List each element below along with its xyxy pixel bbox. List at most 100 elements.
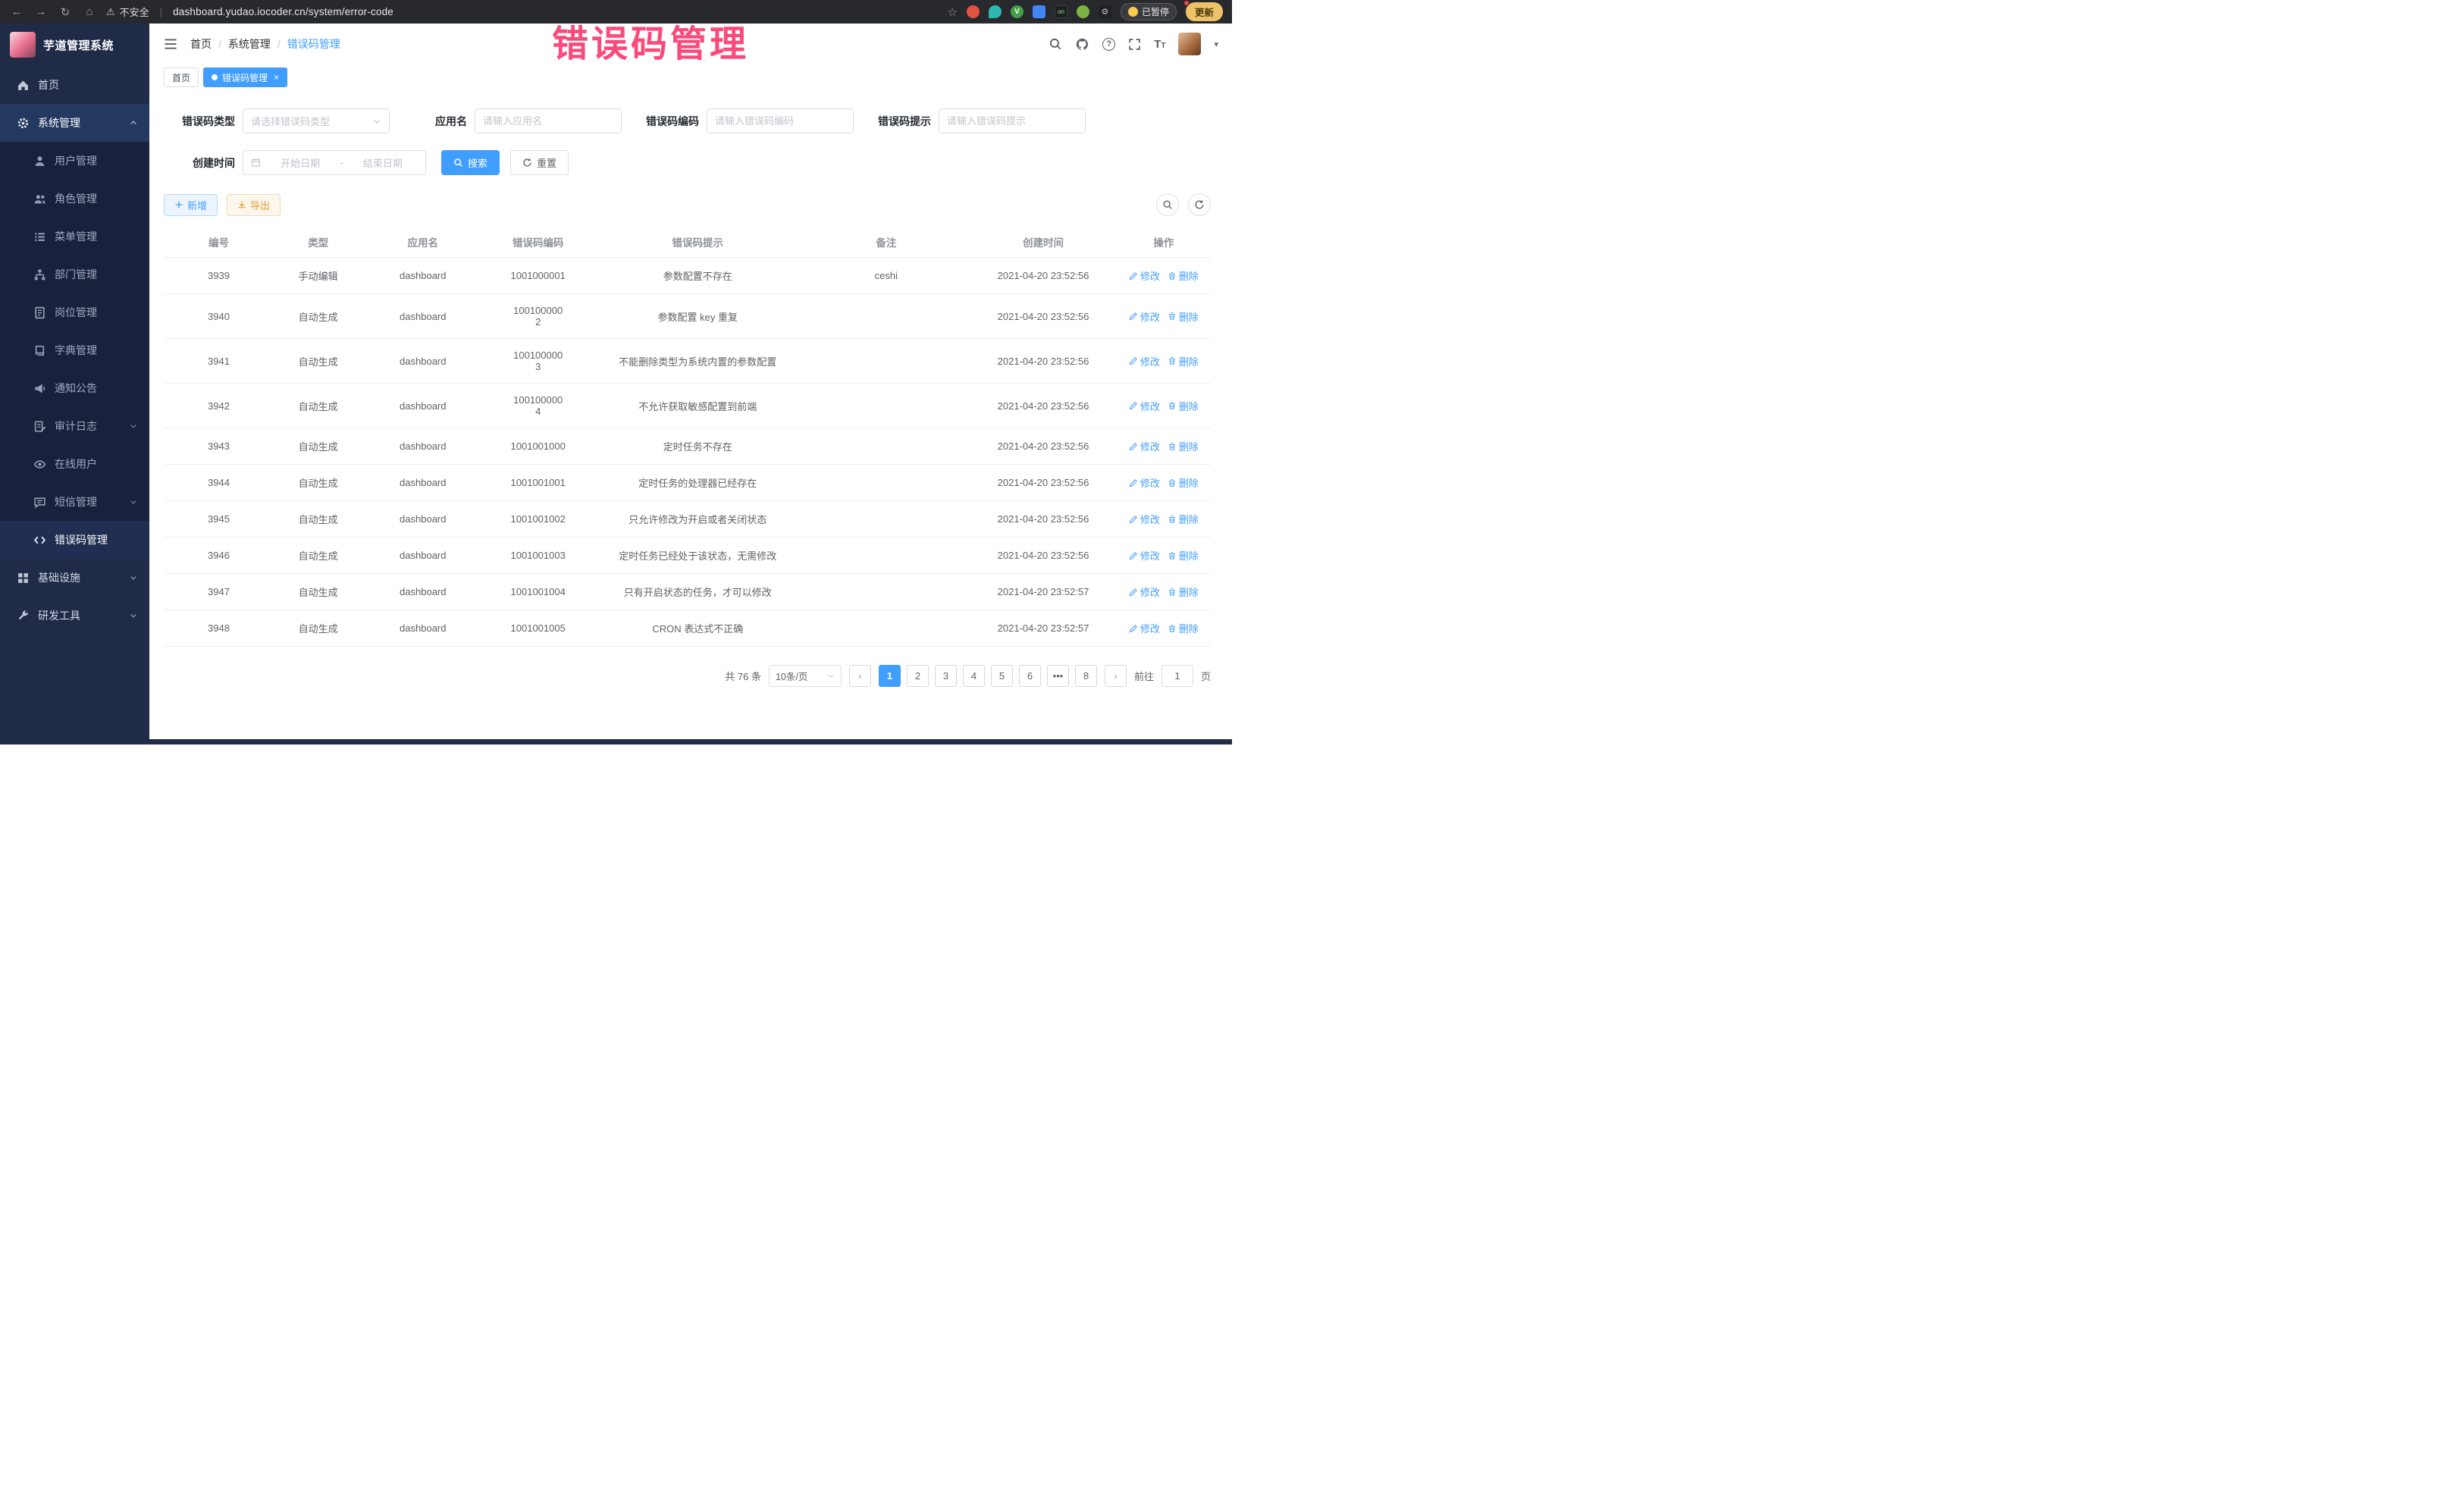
back-icon[interactable]: ←: [9, 5, 24, 18]
sidebar-item-label: 审计日志: [55, 418, 97, 434]
add-button[interactable]: 新增: [164, 194, 218, 216]
edit-link[interactable]: 修改: [1129, 475, 1160, 490]
extension-icon-1[interactable]: [967, 5, 980, 18]
delete-link[interactable]: 删除: [1168, 585, 1199, 599]
delete-link[interactable]: 删除: [1168, 309, 1199, 324]
error-code-input[interactable]: [715, 115, 845, 127]
page-button[interactable]: 2: [907, 665, 929, 687]
sidebar-item-tools[interactable]: 研发工具: [0, 597, 149, 635]
extension-icon-2[interactable]: [989, 5, 1002, 18]
error-type-select[interactable]: 请选择错误码类型: [243, 108, 390, 133]
address-url[interactable]: dashboard.yudao.iocoder.cn/system/error-…: [173, 6, 393, 17]
sidebar-item-gear[interactable]: 系统管理: [0, 104, 149, 142]
extension-icon-6[interactable]: [1077, 5, 1089, 18]
page-button[interactable]: 4: [963, 665, 985, 687]
edit-link[interactable]: 修改: [1129, 548, 1160, 563]
logo-block[interactable]: 芋道管理系统: [0, 24, 149, 66]
page-size-select[interactable]: 10条/页: [769, 665, 842, 687]
extension-icon-3[interactable]: V: [1011, 5, 1024, 18]
breadcrumb-item[interactable]: 系统管理: [228, 36, 271, 52]
warning-icon: ⚠: [106, 6, 115, 18]
sidebar-item-log[interactable]: 审计日志: [0, 407, 149, 445]
app-name-input[interactable]: [483, 115, 613, 127]
sidebar-item-message[interactable]: 短信管理: [0, 483, 149, 521]
page-button[interactable]: 5: [991, 665, 1013, 687]
reload-icon[interactable]: ↻: [58, 5, 73, 19]
avatar[interactable]: [1178, 33, 1201, 55]
reset-button[interactable]: 重置: [510, 150, 569, 175]
page-button[interactable]: 6: [1019, 665, 1041, 687]
window-bottom-strip: [0, 739, 1232, 744]
delete-link[interactable]: 删除: [1168, 439, 1199, 453]
edit-link[interactable]: 修改: [1129, 439, 1160, 453]
more-pages-icon[interactable]: •••: [1047, 665, 1069, 687]
delete-link[interactable]: 删除: [1168, 354, 1199, 368]
sidebar-item-list[interactable]: 菜单管理: [0, 218, 149, 255]
tab-close-icon[interactable]: ×: [274, 73, 279, 82]
update-button[interactable]: 更新: [1186, 2, 1223, 21]
delete-link[interactable]: 删除: [1168, 268, 1199, 283]
sidebar-item-badge[interactable]: 岗位管理: [0, 293, 149, 331]
show-search-icon[interactable]: [1156, 193, 1179, 216]
next-page-icon[interactable]: ›: [1105, 665, 1127, 687]
edit-link[interactable]: 修改: [1129, 268, 1160, 283]
date-range-picker[interactable]: 开始日期 - 结束日期: [243, 150, 426, 175]
delete-link[interactable]: 删除: [1168, 475, 1199, 490]
page-button[interactable]: 1: [879, 665, 901, 687]
sidebar-item-home[interactable]: 首页: [0, 66, 149, 104]
extension-icon-5[interactable]: on: [1055, 5, 1067, 18]
page-button[interactable]: 3: [935, 665, 957, 687]
cell-remark: [802, 610, 970, 647]
edit-link[interactable]: 修改: [1129, 621, 1160, 635]
edit-link[interactable]: 修改: [1129, 512, 1160, 526]
export-button[interactable]: 导出: [227, 194, 281, 216]
prev-page-icon[interactable]: ‹: [849, 665, 871, 687]
edit-link[interactable]: 修改: [1129, 309, 1160, 324]
breadcrumb-item[interactable]: 首页: [190, 36, 212, 52]
cell-hint: 定时任务的处理器已经存在: [593, 465, 802, 501]
edit-link[interactable]: 修改: [1129, 585, 1160, 599]
help-icon[interactable]: ?: [1102, 38, 1115, 51]
sidebar-item-infra[interactable]: 基础设施: [0, 559, 149, 597]
edit-link[interactable]: 修改: [1129, 399, 1160, 413]
tab-item[interactable]: 错误码管理×: [203, 67, 287, 87]
sidebar-item-users[interactable]: 角色管理: [0, 180, 149, 218]
sidebar-item-org[interactable]: 部门管理: [0, 255, 149, 293]
site-security-chip[interactable]: ⚠ 不安全: [106, 5, 149, 19]
search-button[interactable]: 搜索: [441, 150, 500, 175]
page-button[interactable]: 8: [1075, 665, 1097, 687]
tab-item[interactable]: 首页: [164, 67, 199, 87]
forward-icon[interactable]: →: [33, 5, 49, 18]
goto-page-input[interactable]: [1161, 665, 1193, 687]
github-icon[interactable]: [1075, 37, 1089, 52]
home-icon[interactable]: ⌂: [82, 5, 97, 18]
bookmark-star-icon[interactable]: ☆: [948, 5, 958, 19]
cell-actions: 修改删除: [1117, 538, 1211, 574]
sidebar-item-code[interactable]: 错误码管理: [0, 521, 149, 559]
extension-icon-4[interactable]: [1033, 5, 1045, 18]
sidebar-item-user[interactable]: 用户管理: [0, 142, 149, 180]
cell-hint: 只允许修改为开启或者关闭状态: [593, 501, 802, 538]
extensions-puzzle-icon[interactable]: ⚙: [1099, 5, 1111, 18]
sidebar-item-book[interactable]: 字典管理: [0, 331, 149, 369]
delete-link[interactable]: 删除: [1168, 399, 1199, 413]
paused-badge[interactable]: 已暂停: [1121, 3, 1177, 20]
cell-code: 1001001000: [483, 428, 593, 465]
sidebar-item-online[interactable]: 在线用户: [0, 445, 149, 483]
menu-fold-icon[interactable]: [163, 36, 178, 52]
fullscreen-icon[interactable]: [1128, 38, 1141, 51]
font-size-icon[interactable]: TT: [1154, 38, 1165, 51]
error-hint-input[interactable]: [947, 115, 1077, 127]
edit-link[interactable]: 修改: [1129, 354, 1160, 368]
table-toolbar: 新增 导出: [164, 193, 1211, 216]
refresh-icon[interactable]: [1188, 193, 1211, 216]
cell-actions: 修改删除: [1117, 339, 1211, 384]
delete-link[interactable]: 删除: [1168, 512, 1199, 526]
sidebar-item-megaphone[interactable]: 通知公告: [0, 369, 149, 407]
filter-hint-label: 错误码提示: [860, 114, 931, 129]
cell-app: dashboard: [362, 384, 483, 428]
delete-link[interactable]: 删除: [1168, 621, 1199, 635]
search-icon[interactable]: [1049, 37, 1062, 51]
delete-link[interactable]: 删除: [1168, 548, 1199, 563]
chevron-down-icon[interactable]: ▾: [1214, 39, 1218, 49]
